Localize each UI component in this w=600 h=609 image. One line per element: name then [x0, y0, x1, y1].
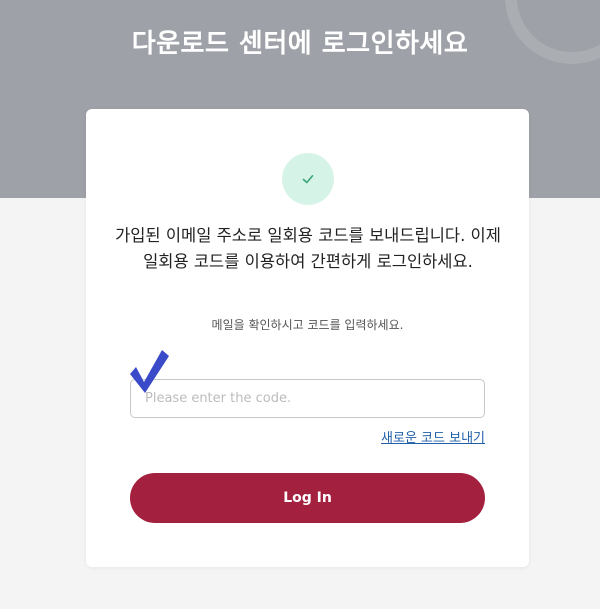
login-card: 가입된 이메일 주소로 일회용 코드를 보내드립니다. 이제 일회용 코드를 이… [86, 109, 529, 567]
status-check [282, 153, 334, 205]
page-title: 다운로드 센터에 로그인하세요 [131, 29, 469, 59]
login-button[interactable]: Log In [130, 473, 485, 523]
code-input[interactable] [130, 379, 485, 418]
instruction-headline: 가입된 이메일 주소로 일회용 코드를 보내드립니다. 이제 일회용 코드를 이… [115, 226, 501, 271]
resend-code-link[interactable]: 새로운 코드 보내기 [381, 427, 485, 446]
check-icon [302, 175, 314, 184]
checkmark-annotation-icon [130, 350, 169, 393]
instruction-subtext: 메일을 확인하시고 코드를 입력하세요. [211, 318, 404, 332]
